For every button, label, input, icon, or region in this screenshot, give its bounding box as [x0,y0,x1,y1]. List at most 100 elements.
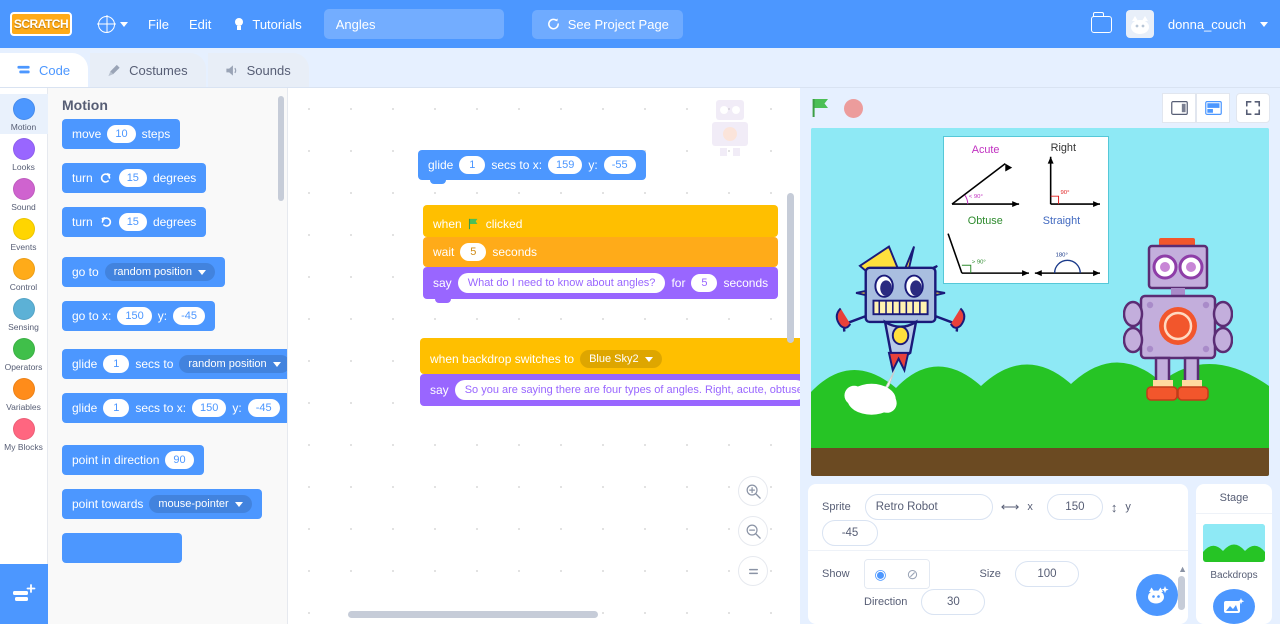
block-dropdown-backdrop[interactable]: Blue Sky2 [580,350,662,368]
category-control[interactable]: Control [0,254,48,294]
block-palette[interactable]: Motion move 10 steps turn 15 degrees tur… [48,88,288,624]
block-input-x[interactable]: 159 [548,156,583,174]
block-input-x[interactable]: 150 [192,399,227,417]
block-input-x[interactable]: 150 [117,307,152,325]
palette-block-turn-clockwise[interactable]: turn 15 degrees [62,163,207,193]
category-label: Events [10,242,37,252]
block-when-backdrop-switches-to[interactable]: when backdrop switches to Blue Sky2 [420,338,800,374]
block-label: degrees [152,171,197,185]
sprite-list-scrollbar[interactable] [1178,576,1185,610]
tab-sounds-label: Sounds [246,62,291,78]
category-variables[interactable]: Variables [0,374,48,414]
block-input-seconds[interactable]: 5 [460,243,487,261]
tab-code[interactable]: Code [0,53,89,87]
sprite-y-input[interactable]: -45 [822,520,878,546]
category-events[interactable]: Events [0,214,48,254]
block-say[interactable]: say So you are saying there are four typ… [420,374,800,406]
sprite-direction-input[interactable]: 30 [921,589,986,615]
palette-block-turn-counterclockwise[interactable]: turn 15 degrees [62,207,207,237]
palette-block-move[interactable]: move 10 steps [62,119,181,149]
zoom-reset-button[interactable] [738,556,768,586]
block-input-message[interactable]: What do I need to know about angles? [457,273,666,293]
sprite-panel: Sprite Retro Robot ⟷ x 150 ↕ y -45 Show … [800,476,1280,624]
sprite-size-input[interactable]: 100 [1014,561,1079,587]
username-label[interactable]: donna_couch [1168,17,1246,32]
canvas-vertical-scrollbar[interactable] [787,193,794,343]
canvas-horizontal-scrollbar[interactable] [348,611,598,618]
block-input-secs[interactable]: 1 [459,156,486,174]
palette-block-partial[interactable] [62,533,182,563]
block-input-degrees[interactable]: 15 [118,213,147,231]
script-when-flag-clicked[interactable]: when clicked wait 5 seconds say What do … [423,205,779,303]
zoom-out-button[interactable] [738,516,768,546]
sprite-name-input[interactable]: Retro Robot [864,494,993,520]
palette-block-glide-to-xy[interactable]: glide 1 secs to x: 150 y: -45 [62,393,287,423]
block-input-y[interactable]: -55 [603,156,636,174]
script-glide[interactable]: glide 1 secs to x: 159 y: -55 [418,150,646,184]
block-when-flag-clicked[interactable]: when clicked [423,205,779,237]
see-project-page-button[interactable]: See Project Page [531,9,683,39]
block-input-direction[interactable]: 90 [165,451,194,469]
tab-sounds[interactable]: Sounds [207,53,309,87]
stage-panel-title: Stage [1219,492,1249,504]
block-label: say [433,276,452,290]
add-sprite-button[interactable] [1136,574,1178,616]
block-dropdown-target[interactable]: random position [104,263,215,281]
project-title-input[interactable] [323,9,504,39]
block-say-for-seconds[interactable]: say What do I need to know about angles?… [423,267,779,303]
category-motion[interactable]: Motion [0,94,48,134]
fullscreen-button[interactable] [1236,93,1270,123]
category-sensing[interactable]: Sensing [0,294,48,334]
category-color-dot [12,98,35,120]
menu-file[interactable]: File [138,11,179,38]
sprite-retro-robot[interactable] [1123,236,1233,404]
block-input-secs[interactable]: 1 [103,399,130,417]
tab-costumes[interactable]: Costumes [90,53,206,87]
block-dropdown-target[interactable]: random position [179,355,287,373]
code-canvas[interactable]: glide 1 secs to x: 159 y: -55 when click… [288,88,800,624]
large-stage-button[interactable] [1196,93,1230,123]
sprite-list-scroll-up-icon[interactable]: ▲ [1178,564,1187,574]
block-input-secs[interactable]: 1 [103,355,130,373]
show-hidden-button[interactable]: ⊘ [896,560,929,588]
stage-backdrop-thumbnail[interactable] [1203,523,1265,563]
add-backdrop-button[interactable] [1213,589,1255,624]
block-input-y[interactable]: -45 [247,399,280,417]
category-sound[interactable]: Sound [0,174,48,214]
sprite-x-input[interactable]: 150 [1046,494,1103,520]
category-operators[interactable]: Operators [0,334,48,374]
language-selector[interactable] [88,10,138,39]
palette-block-point-towards[interactable]: point towards mouse-pointer [62,489,262,519]
block-label: steps [141,127,171,141]
small-stage-button[interactable] [1162,93,1196,123]
green-flag-button[interactable] [810,97,832,119]
chevron-down-icon[interactable] [1260,21,1268,27]
show-visible-button[interactable]: ◉ [864,560,897,588]
stop-button[interactable] [844,98,863,118]
palette-block-point-in-direction[interactable]: point in direction 90 [62,445,204,475]
add-extension-button[interactable] [0,564,48,624]
palette-block-go-to-xy[interactable]: go to x: 150 y: -45 [62,301,215,331]
palette-scrollbar[interactable] [278,96,284,201]
menu-edit[interactable]: Edit [179,11,221,38]
scratch-logo[interactable]: SCRATCH [10,12,72,36]
zoom-in-button[interactable] [738,476,768,506]
block-dropdown-target[interactable]: mouse-pointer [149,495,252,513]
stage[interactable]: Acute < 90° Right 90° Obtuse > 90° Strai… [811,128,1269,476]
script-when-backdrop-switches[interactable]: when backdrop switches to Blue Sky2 say … [420,338,800,406]
block-input-message[interactable]: So you are saying there are four types o… [454,380,800,400]
folder-icon[interactable] [1090,11,1112,33]
palette-block-go-to[interactable]: go to random position [62,257,225,287]
category-looks[interactable]: Looks [0,134,48,174]
menu-tutorials[interactable]: Tutorials [221,10,311,38]
category-my-blocks[interactable]: My Blocks [0,414,48,454]
category-label: My Blocks [4,442,43,452]
block-glide-to-xy[interactable]: glide 1 secs to x: 159 y: -55 [418,150,646,184]
block-input-seconds[interactable]: 5 [691,274,718,292]
block-input-y[interactable]: -45 [173,307,205,325]
palette-block-glide-to[interactable]: glide 1 secs to random position [62,349,287,379]
block-wait-seconds[interactable]: wait 5 seconds [423,237,779,267]
block-input-degrees[interactable]: 15 [118,169,147,187]
block-input-steps[interactable]: 10 [107,125,136,143]
avatar[interactable] [1125,10,1154,38]
